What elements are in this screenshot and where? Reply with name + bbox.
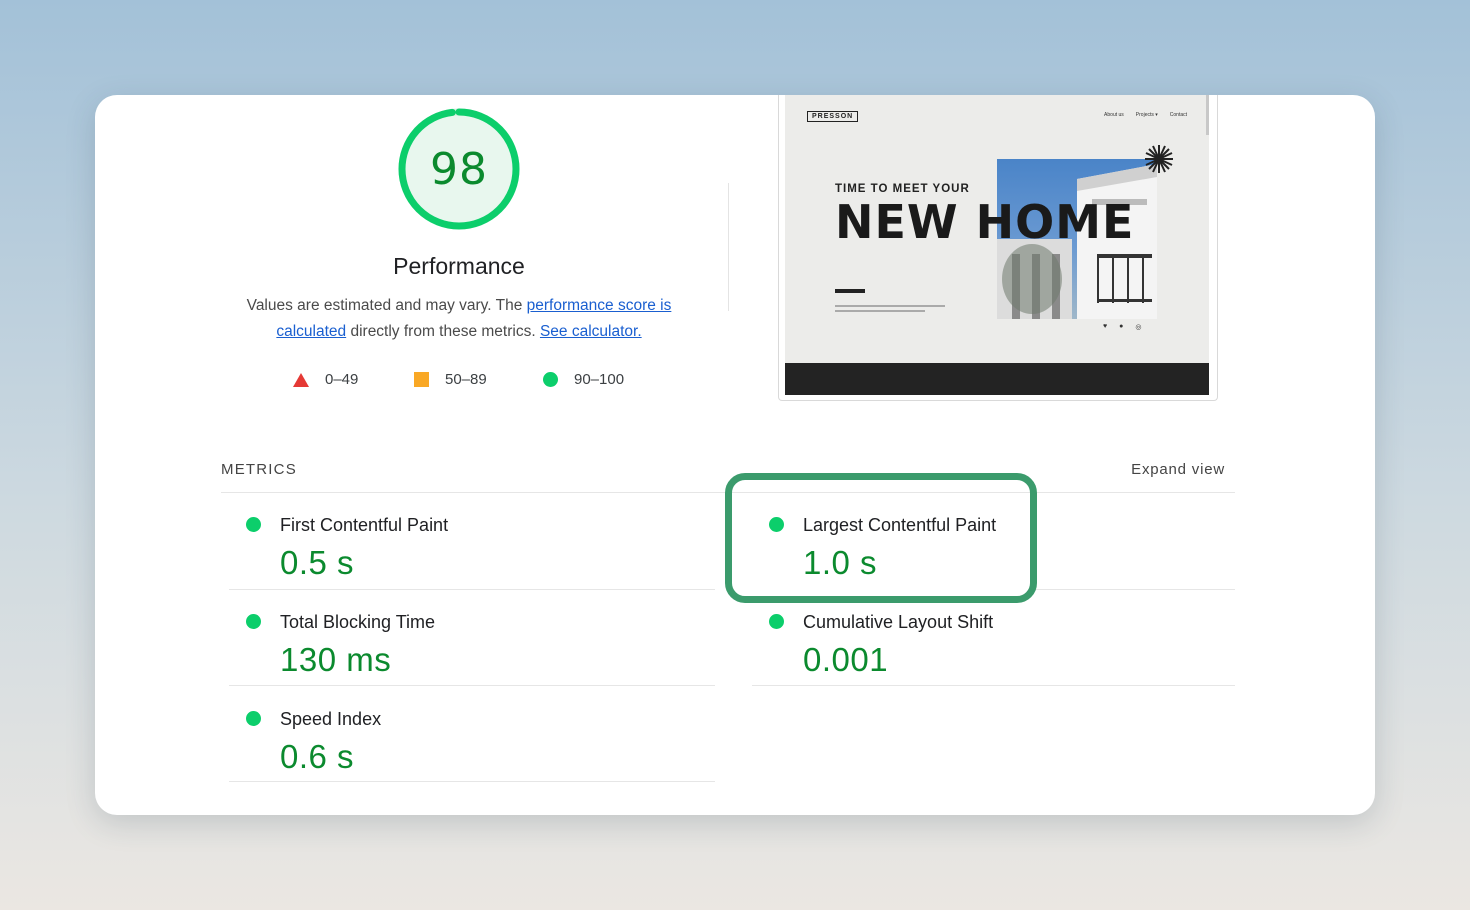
site-nav-item: Contact (1169, 112, 1187, 118)
metric-value: 0.5 s (280, 544, 355, 581)
site-kicker: TIME TO MEET YOUR (835, 183, 970, 195)
legend-item-poor: 0–49 (293, 371, 358, 388)
metric-divider (752, 685, 1235, 686)
see-calculator-link[interactable]: See calculator. (540, 323, 642, 340)
starburst-icon (1145, 145, 1173, 173)
good-status-icon (246, 517, 261, 532)
metric-divider (229, 685, 715, 686)
final-screenshot[interactable]: PRESSON About us Projects ▾ Contact TIME… (778, 95, 1218, 401)
good-status-icon (769, 614, 784, 629)
site-footer (785, 363, 1209, 395)
metric-divider (1035, 589, 1235, 590)
screenshot-scrollbar (1206, 95, 1209, 135)
performance-score: 98 (430, 143, 488, 195)
legend-label: 0–49 (325, 371, 359, 388)
facebook-icon: ● (1119, 323, 1124, 330)
legend-label: 90–100 (574, 371, 625, 388)
lighthouse-report-card: 98 Performance Values are estimated and … (95, 95, 1375, 815)
performance-description: Values are estimated and may vary. The p… (234, 293, 684, 345)
metric-value: 130 ms (280, 641, 392, 678)
screenshot-image: PRESSON About us Projects ▾ Contact TIME… (785, 95, 1209, 395)
site-nav: About us Projects ▾ Contact (1104, 112, 1187, 118)
metric-cumulative-layout-shift: Cumulative Layout Shift 0.001 (752, 597, 1212, 687)
site-headline: NEW HOME (835, 195, 1135, 249)
metric-name: Speed Index (280, 709, 382, 729)
site-body-text (835, 305, 955, 312)
site-logo: PRESSON (807, 111, 859, 122)
twitter-icon: ♥ (1103, 323, 1108, 330)
site-social-icons: ♥ ● ◎ (1103, 323, 1142, 331)
performance-title: Performance (393, 253, 525, 279)
good-status-icon (246, 614, 261, 629)
metric-speed-index: Speed Index 0.6 s (229, 694, 689, 784)
lcp-highlight-box (725, 473, 1037, 603)
metrics-heading: METRICS (221, 461, 297, 478)
red-triangle-icon (293, 372, 309, 387)
metric-first-contentful-paint: First Contentful Paint 0.5 s (229, 500, 689, 590)
green-circle-icon (543, 372, 558, 387)
expand-view-toggle[interactable]: Expand view (1107, 461, 1225, 478)
instagram-icon: ◎ (1135, 324, 1142, 331)
legend-item-average: 50–89 (414, 371, 487, 388)
metric-divider (229, 781, 715, 782)
good-status-icon (246, 711, 261, 726)
metric-name: Total Blocking Time (280, 612, 436, 632)
metric-value: 0.001 (803, 641, 889, 678)
orange-square-icon (414, 372, 429, 387)
metric-name: First Contentful Paint (280, 515, 449, 535)
section-divider (728, 183, 729, 311)
site-nav-item: Projects ▾ (1135, 112, 1158, 118)
description-prefix: Values are estimated and may vary. The (246, 297, 527, 314)
metric-value: 0.6 s (280, 738, 355, 775)
metric-name: Cumulative Layout Shift (803, 612, 994, 632)
metric-divider (229, 589, 715, 590)
site-accent-bar (835, 289, 865, 293)
site-nav-item: About us (1104, 112, 1124, 118)
legend-item-good: 90–100 (543, 371, 624, 388)
metric-total-blocking-time: Total Blocking Time 130 ms (229, 597, 689, 687)
legend-label: 50–89 (445, 371, 487, 388)
performance-score-gauge: 98 (395, 105, 523, 233)
description-middle: directly from these metrics. (346, 323, 540, 340)
